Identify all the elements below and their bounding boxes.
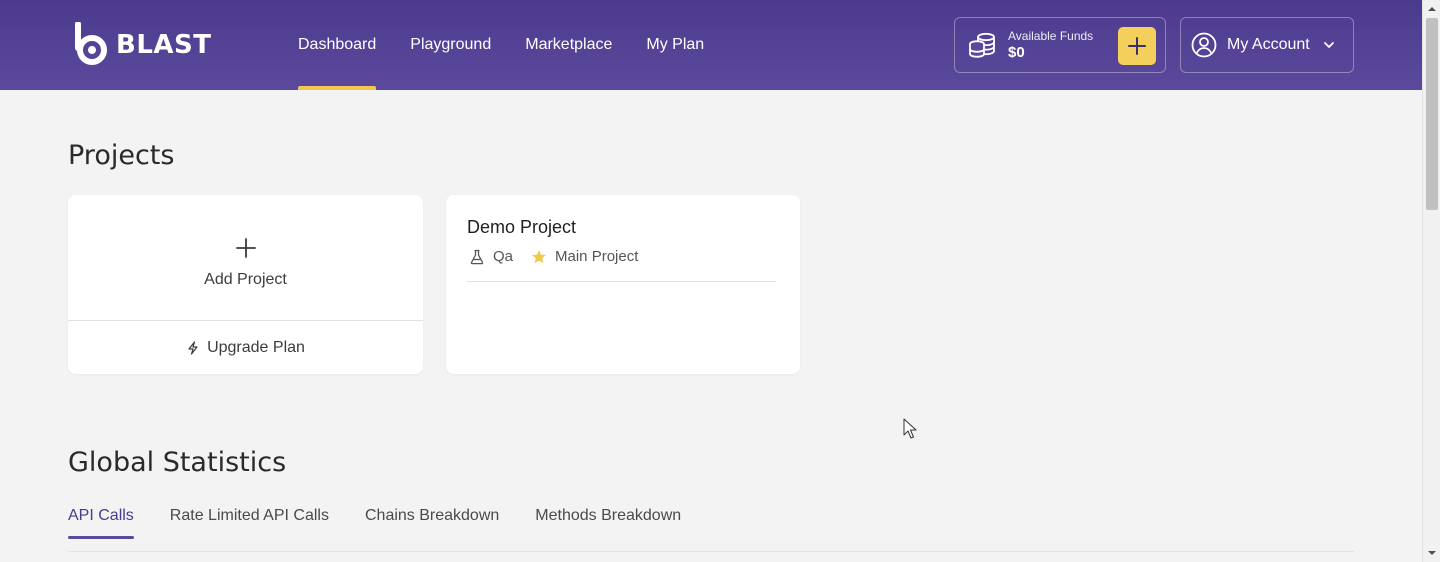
tab-chains-breakdown[interactable]: Chains Breakdown	[365, 507, 499, 539]
page: BLAST Dashboard Playground Marketplace M…	[0, 0, 1440, 562]
scroll-down-arrow-icon[interactable]	[1427, 548, 1437, 558]
project-tag: Main Project	[555, 248, 639, 265]
scrollbar-thumb[interactable]	[1426, 18, 1438, 210]
funds-text: Available Funds $0	[1008, 29, 1093, 61]
vertical-scrollbar[interactable]	[1422, 0, 1440, 562]
add-funds-button[interactable]	[1118, 27, 1156, 65]
available-funds-widget: Available Funds $0	[954, 17, 1166, 73]
funds-value: $0	[1008, 44, 1025, 61]
coins-icon	[969, 32, 995, 58]
project-meta: Qa Main Project	[469, 248, 638, 265]
lightning-icon	[188, 340, 198, 355]
plus-icon	[1128, 37, 1146, 55]
project-environment: Qa	[493, 248, 514, 265]
nav-playground[interactable]: Playground	[410, 0, 491, 90]
demo-project-card[interactable]: Demo Project Qa Main Project	[446, 195, 800, 374]
mouse-cursor-icon	[903, 418, 917, 439]
add-project-card: Add Project Upgrade Plan	[68, 195, 423, 374]
tab-rate-limited-label: Rate Limited API Calls	[169, 507, 329, 524]
tab-rate-limited-api-calls[interactable]: Rate Limited API Calls	[170, 507, 329, 539]
main-nav: Dashboard Playground Marketplace My Plan	[298, 0, 738, 90]
nav-marketplace-label: Marketplace	[525, 36, 613, 53]
tab-api-calls-label: API Calls	[68, 507, 134, 524]
project-name: Demo Project	[467, 217, 577, 237]
blast-logo-icon	[75, 22, 107, 65]
tab-methods-breakdown-label: Methods Breakdown	[535, 507, 682, 524]
upgrade-plan-button[interactable]: Upgrade Plan	[68, 321, 423, 374]
flask-icon	[470, 249, 484, 264]
nav-dashboard[interactable]: Dashboard	[298, 0, 377, 90]
tab-chains-breakdown-label: Chains Breakdown	[364, 507, 500, 524]
nav-marketplace[interactable]: Marketplace	[525, 0, 612, 90]
statistics-tabs: API Calls Rate Limited API Calls Chains …	[68, 507, 717, 539]
tabs-divider	[68, 551, 1354, 552]
nav-playground-label: Playground	[410, 36, 492, 53]
global-statistics-title: Global Statistics	[68, 447, 287, 478]
card-divider	[467, 281, 776, 282]
tab-methods-breakdown[interactable]: Methods Breakdown	[535, 507, 681, 539]
my-account-label: My Account	[1227, 36, 1310, 53]
top-navbar: BLAST Dashboard Playground Marketplace M…	[0, 0, 1422, 90]
star-icon	[532, 249, 547, 263]
scroll-up-arrow-icon[interactable]	[1427, 4, 1437, 14]
add-project-label: Add Project	[204, 270, 287, 288]
tab-api-calls[interactable]: API Calls	[68, 507, 134, 539]
upgrade-plan-label: Upgrade Plan	[207, 338, 305, 356]
projects-title: Projects	[68, 140, 175, 171]
logo-text: BLAST	[116, 30, 212, 60]
funds-label: Available Funds	[1008, 29, 1094, 43]
plus-icon	[235, 237, 256, 258]
chevron-down-icon	[1323, 42, 1334, 48]
nav-my-plan-label: My Plan	[646, 36, 705, 53]
nav-my-plan[interactable]: My Plan	[646, 0, 704, 90]
nav-dashboard-label: Dashboard	[298, 36, 377, 53]
user-circle-icon	[1191, 32, 1217, 58]
my-account-button[interactable]: My Account	[1180, 17, 1354, 73]
add-project-button[interactable]: Add Project	[68, 195, 423, 321]
logo[interactable]: BLAST	[72, 22, 211, 68]
